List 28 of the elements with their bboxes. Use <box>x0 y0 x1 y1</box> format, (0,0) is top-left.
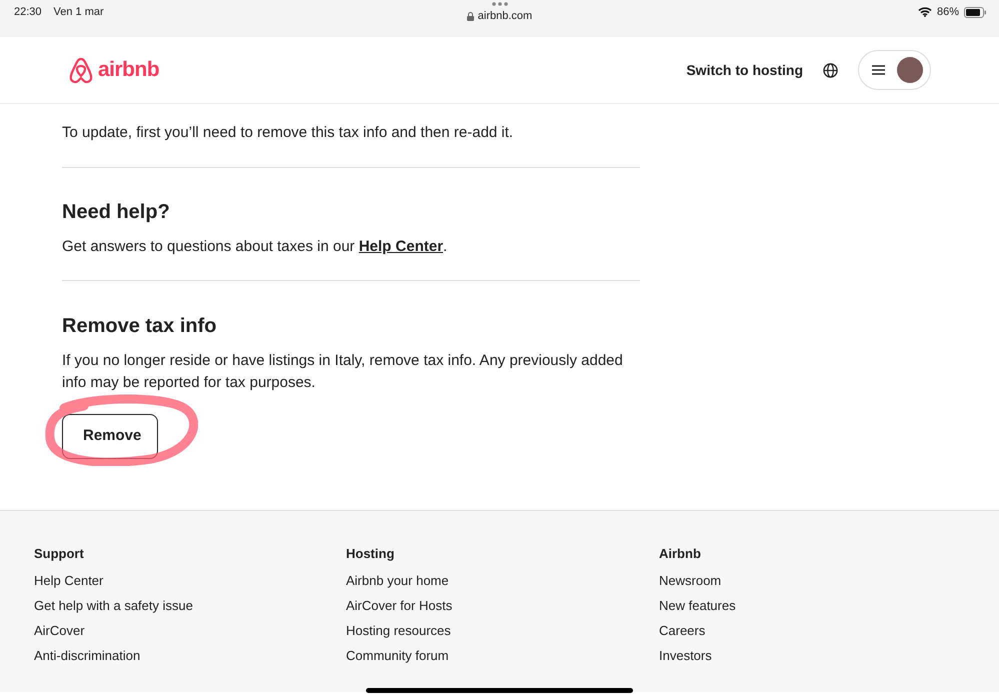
footer-link[interactable]: AirCover for Hosts <box>346 596 659 614</box>
help-center-link[interactable]: Help Center <box>358 238 444 255</box>
section-heading: Need help? <box>62 200 171 224</box>
logo-text[interactable]: airbnb <box>98 54 160 86</box>
switch-to-hosting-link[interactable]: Switch to hosting <box>686 60 803 80</box>
footer-link[interactable]: Get help with a safety issue <box>34 596 346 614</box>
footer-heading: Airbnb <box>659 545 702 563</box>
footer-link[interactable]: Airbnb your home <box>346 572 659 588</box>
footer-link[interactable]: Newsroom <box>659 572 965 588</box>
footer-link[interactable]: Anti-discrimination <box>34 646 346 664</box>
remove-button[interactable]: Remove <box>62 414 158 458</box>
footer-link[interactable]: Community forum <box>346 646 659 664</box>
section-heading: Remove tax info <box>62 314 218 338</box>
footer-heading: Support <box>34 545 85 563</box>
help-text: Get answers to questions about taxes in our Help Center. <box>62 237 448 257</box>
footer-link[interactable]: Investors <box>659 646 965 664</box>
status-time: 22:30 <box>14 5 42 20</box>
battery-percent: 86% <box>936 5 959 20</box>
remove-info-text: If you no longer reside or have listings in Italy, remove tax info. Any previously added info may be reported for tax purposes. <box>62 351 624 393</box>
status-date: Ven 1 mar <box>54 5 104 20</box>
footer-link[interactable]: New features <box>659 596 965 614</box>
info-text: To update, first you’ll need to remove this tax info and then re-add it. <box>62 123 514 143</box>
footer-link[interactable]: Hosting resources <box>346 622 659 638</box>
url-text[interactable]: airbnb.com <box>478 8 532 24</box>
footer-link[interactable]: AirCover <box>34 622 346 638</box>
footer-link[interactable]: Help Center <box>34 572 346 588</box>
footer-heading: Hosting <box>346 545 396 563</box>
footer-link[interactable]: Careers <box>659 622 965 638</box>
